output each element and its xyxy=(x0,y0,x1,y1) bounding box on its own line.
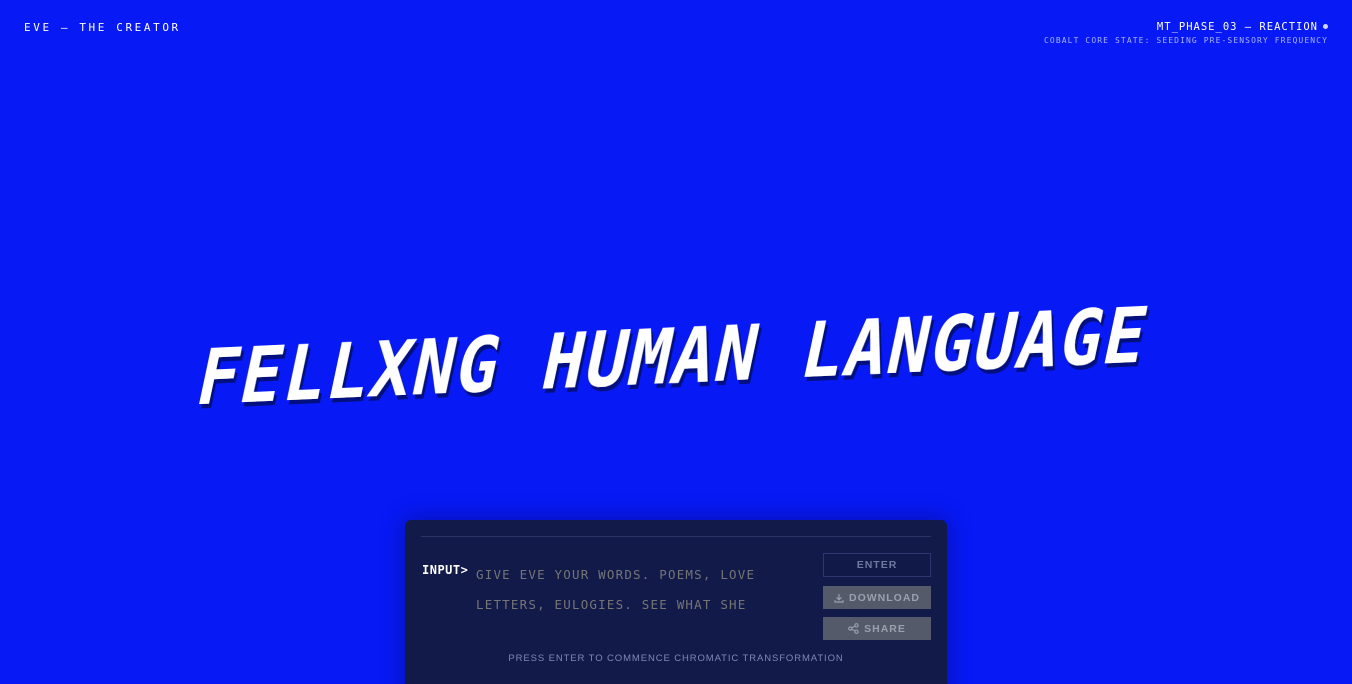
input-prompt-label: INPUT> xyxy=(422,563,469,577)
download-icon xyxy=(834,593,844,603)
phase-status: MT_PHASE_03 — REACTION COBALT CORE STATE… xyxy=(1044,21,1328,47)
share-button-label: SHARE xyxy=(864,622,906,635)
brand-title: EVE — THE CREATOR xyxy=(24,21,181,34)
phase-title: MT_PHASE_03 — REACTION xyxy=(1044,21,1328,34)
download-button[interactable]: DOWNLOAD xyxy=(823,586,931,609)
hero-headline-text: FELLXNG HUMAN LANGUAGE xyxy=(189,300,1157,420)
download-button-label: DOWNLOAD xyxy=(849,591,920,604)
phase-subtitle: COBALT CORE STATE: SEEDING PRE-SENSORY F… xyxy=(1044,36,1328,45)
panel-divider xyxy=(421,536,931,537)
words-input[interactable] xyxy=(476,560,796,620)
share-icon xyxy=(848,623,859,634)
phase-title-text: MT_PHASE_03 — REACTION xyxy=(1156,21,1318,33)
submit-hint: PRESS ENTER TO COMMENCE CHROMATIC TRANSF… xyxy=(508,653,844,664)
hero-headline-graphic: FELLXNG HUMAN LANGUAGE xyxy=(189,300,1157,420)
share-button[interactable]: SHARE xyxy=(823,617,931,640)
enter-button[interactable]: ENTER xyxy=(823,553,931,577)
status-dot-icon xyxy=(1323,23,1328,29)
input-panel: INPUT> ENTER DOWNLOAD SHARE PRESS ENTER … xyxy=(405,520,947,684)
enter-button-label: ENTER xyxy=(856,559,898,571)
hero-headline: FELLXNG HUMAN LANGUAGE xyxy=(0,300,1352,420)
